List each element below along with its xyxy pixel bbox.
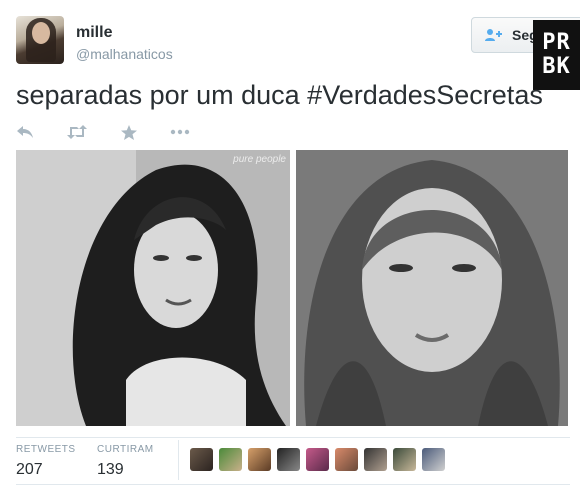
stats-bottom-divider: [16, 484, 570, 485]
stats-top-divider: [16, 437, 570, 438]
tweet-text: separadas por um duca #VerdadesSecretas: [16, 80, 543, 110]
photo-left-illustration: [16, 150, 290, 426]
reply-icon[interactable]: [16, 125, 34, 139]
favoriter-avatar[interactable]: [335, 448, 358, 471]
user-avatar[interactable]: [16, 16, 64, 64]
favorites-value: 139: [97, 461, 124, 478]
favoriter-avatar[interactable]: [364, 448, 387, 471]
retweets-value: 207: [16, 461, 43, 478]
favoriter-avatar[interactable]: [422, 448, 445, 471]
tweet-photo-right[interactable]: [296, 150, 568, 426]
retweet-icon[interactable]: [66, 125, 88, 139]
favoriters-list: [190, 448, 445, 471]
favoriter-avatar[interactable]: [248, 448, 271, 471]
retweets-label: RETWEETS: [16, 444, 76, 455]
stats-separator: [178, 440, 179, 480]
favoriter-avatar[interactable]: [393, 448, 416, 471]
favorites-stat[interactable]: CURTIRAM 139: [97, 444, 154, 479]
follow-person-plus-icon: [484, 28, 502, 42]
favoriter-avatar[interactable]: [190, 448, 213, 471]
tweet-actions: [16, 120, 222, 144]
avatar-face: [32, 22, 50, 44]
tweet-photo-left[interactable]: pure people: [16, 150, 290, 426]
user-handle[interactable]: @malhanaticos: [76, 46, 173, 62]
favoriter-avatar[interactable]: [306, 448, 329, 471]
favorites-label: CURTIRAM: [97, 444, 154, 455]
favorite-icon[interactable]: [120, 124, 138, 141]
badge-line-1: PR: [542, 30, 571, 55]
favoriter-avatar[interactable]: [277, 448, 300, 471]
retweets-stat[interactable]: RETWEETS 207: [16, 444, 76, 479]
user-name[interactable]: mille: [76, 24, 112, 42]
more-icon[interactable]: [170, 129, 190, 135]
photo-right-illustration: [296, 150, 568, 426]
favoriter-avatar[interactable]: [219, 448, 242, 471]
badge-line-2: BK: [542, 54, 571, 79]
image-watermark: pure people: [233, 154, 286, 165]
